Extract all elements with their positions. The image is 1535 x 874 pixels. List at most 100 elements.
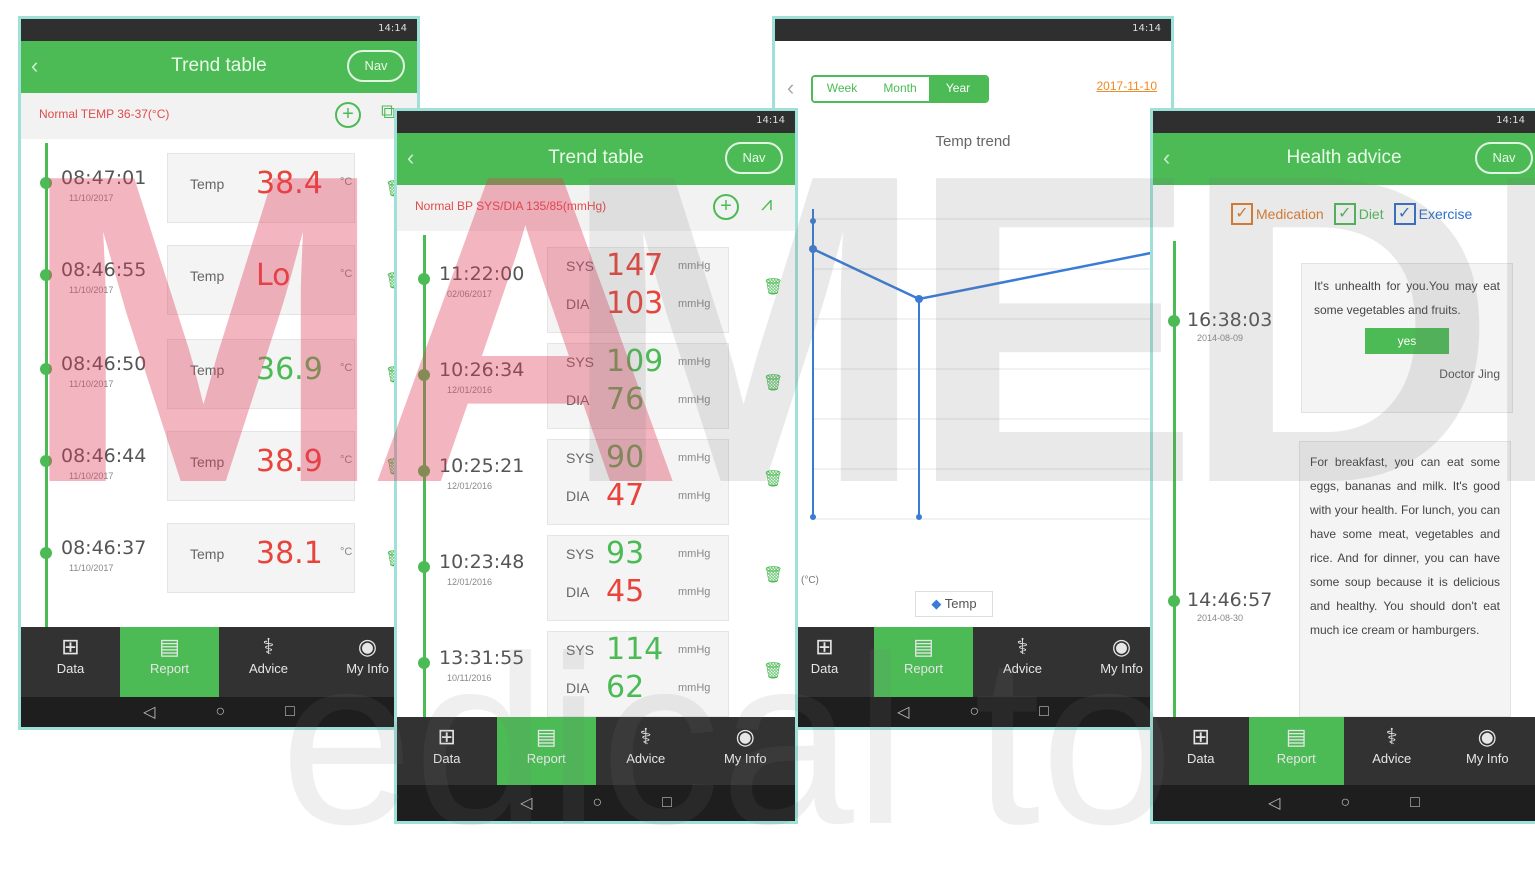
home-key-icon[interactable]: ○ bbox=[1340, 794, 1350, 812]
timeline-line bbox=[423, 235, 426, 725]
tab-label: Advice bbox=[626, 751, 665, 766]
dia-label: DIA bbox=[566, 584, 589, 600]
tab-report[interactable]: ▤Report bbox=[120, 627, 219, 699]
nav-button[interactable]: Nav bbox=[1475, 142, 1533, 174]
record-date: 11/10/2017 bbox=[69, 563, 113, 573]
dia-value: 103 bbox=[606, 286, 663, 321]
doctor-icon: ⚕ bbox=[1344, 723, 1440, 751]
timeline-dot bbox=[40, 547, 52, 559]
delete-icon[interactable]: 🗑 bbox=[763, 277, 783, 297]
unit-label: mmHg bbox=[678, 548, 710, 560]
dia-value: 76 bbox=[606, 382, 644, 417]
date-link[interactable]: 2017-11-10 bbox=[1097, 79, 1158, 93]
tab-data[interactable]: ⊞Data bbox=[21, 627, 120, 699]
tab-my-info[interactable]: ◉My Info bbox=[696, 717, 796, 789]
check-diet[interactable]: ✓Diet bbox=[1334, 203, 1384, 225]
tab-advice[interactable]: ⚕Advice bbox=[596, 717, 696, 789]
timeline-dot bbox=[40, 363, 52, 375]
segment-month[interactable]: Month bbox=[871, 77, 929, 101]
recents-key-icon[interactable]: □ bbox=[1039, 703, 1049, 721]
user-icon: ◉ bbox=[696, 723, 796, 751]
data-icon: ⊞ bbox=[397, 723, 497, 751]
recents-key-icon[interactable]: □ bbox=[662, 794, 672, 812]
tab-label: My Info bbox=[1100, 661, 1143, 676]
status-bar: 14:14 bbox=[397, 111, 795, 133]
delete-icon[interactable]: 🗑 bbox=[763, 565, 783, 585]
tab-advice[interactable]: ⚕Advice bbox=[973, 627, 1072, 699]
temp-value: 36.9 bbox=[256, 352, 323, 387]
temp-unit: °C bbox=[340, 176, 352, 188]
check-medication[interactable]: ✓Medication bbox=[1231, 203, 1324, 225]
back-arrow-icon[interactable]: ‹ bbox=[787, 75, 794, 101]
bottom-tab-bar: ⊞Data ▤Report ⚕Advice ◉My Info bbox=[775, 627, 1171, 699]
tab-report[interactable]: ▤Report bbox=[874, 627, 973, 699]
screen-temp-trend-table: 14:14 ‹ Trend table Nav Normal TEMP 36-3… bbox=[18, 16, 420, 730]
bp-record-card: SYS 90 mmHg DIA 47 mmHg bbox=[547, 439, 729, 525]
record-date: 10/11/2016 bbox=[447, 673, 491, 683]
tab-label: Data bbox=[433, 751, 460, 766]
add-icon[interactable]: + bbox=[713, 194, 739, 220]
recents-key-icon[interactable]: □ bbox=[1410, 794, 1420, 812]
advice-time: 16:38:03 bbox=[1187, 309, 1272, 331]
record-time: 08:46:50 bbox=[61, 353, 146, 375]
delete-icon[interactable]: 🗑 bbox=[763, 469, 783, 489]
tab-data[interactable]: ⊞Data bbox=[397, 717, 497, 789]
bottom-tab-bar: ⊞Data ▤Report ⚕Advice ◉My Info bbox=[21, 627, 417, 699]
back-key-icon[interactable]: ◁ bbox=[143, 702, 155, 722]
temp-data-point[interactable] bbox=[809, 245, 817, 253]
dia-label: DIA bbox=[566, 296, 589, 312]
yes-button[interactable]: yes bbox=[1365, 328, 1449, 354]
delete-icon[interactable]: 🗑 bbox=[763, 373, 783, 393]
unit-label: mmHg bbox=[678, 298, 710, 310]
y-axis-label: (°C) bbox=[801, 575, 819, 586]
back-key-icon[interactable]: ◁ bbox=[520, 793, 532, 813]
sys-label: SYS bbox=[566, 354, 594, 370]
tab-label: Advice bbox=[249, 661, 288, 676]
temp-label: Temp bbox=[190, 362, 224, 378]
bp-record-card: SYS 93 mmHg DIA 45 mmHg bbox=[547, 535, 729, 621]
home-key-icon[interactable]: ○ bbox=[592, 794, 602, 812]
chart-icon[interactable]: ⩘ bbox=[761, 193, 772, 216]
sys-value: 93 bbox=[606, 536, 644, 571]
segment-week[interactable]: Week bbox=[813, 77, 871, 101]
bp-record-card: SYS 109 mmHg DIA 76 mmHg bbox=[547, 343, 729, 429]
check-exercise[interactable]: ✓Exercise bbox=[1394, 203, 1473, 225]
delete-icon[interactable]: 🗑 bbox=[763, 661, 783, 681]
temp-value: Lo bbox=[256, 258, 291, 293]
recents-key-icon[interactable]: □ bbox=[285, 703, 295, 721]
unit-label: mmHg bbox=[678, 394, 710, 406]
segment-year[interactable]: Year bbox=[929, 77, 987, 101]
home-key-icon[interactable]: ○ bbox=[215, 703, 225, 721]
dia-value: 62 bbox=[606, 670, 644, 705]
tab-report[interactable]: ▤Report bbox=[497, 717, 597, 789]
tab-advice[interactable]: ⚕Advice bbox=[1344, 717, 1440, 789]
timeline-dot bbox=[418, 273, 430, 285]
bottom-tab-bar: ⊞Data ▤Report ⚕Advice ◉My Info bbox=[1153, 717, 1535, 789]
timeline-dot bbox=[1168, 315, 1180, 327]
check-label: Diet bbox=[1359, 206, 1384, 222]
tab-advice[interactable]: ⚕Advice bbox=[219, 627, 318, 699]
home-key-icon[interactable]: ○ bbox=[969, 703, 979, 721]
nav-button[interactable]: Nav bbox=[347, 50, 405, 82]
add-icon[interactable]: + bbox=[335, 102, 361, 128]
sys-value: 90 bbox=[606, 440, 644, 475]
advice-date: 2014-08-30 bbox=[1197, 613, 1243, 623]
bp-record-card: SYS 147 mmHg DIA 103 mmHg bbox=[547, 247, 729, 333]
tab-data[interactable]: ⊞Data bbox=[1153, 717, 1249, 789]
temp-data-point[interactable] bbox=[915, 295, 923, 303]
tab-label: Advice bbox=[1003, 661, 1042, 676]
back-key-icon[interactable]: ◁ bbox=[897, 702, 909, 722]
temp-record-card: Temp 38.4 °C bbox=[167, 153, 355, 223]
record-time: 08:46:55 bbox=[61, 259, 146, 281]
nav-button[interactable]: Nav bbox=[725, 142, 783, 174]
doctor-name: Doctor Jing bbox=[1314, 362, 1500, 386]
dia-value: 45 bbox=[606, 574, 644, 609]
tab-report[interactable]: ▤Report bbox=[1249, 717, 1345, 789]
temp-record-card: Temp 38.1 °C bbox=[167, 523, 355, 593]
screen-bp-trend-table: 14:14 ‹ Trend table Nav Normal BP SYS/DI… bbox=[394, 108, 798, 824]
tab-label: My Info bbox=[1466, 751, 1509, 766]
tab-my-info[interactable]: ◉My Info bbox=[1440, 717, 1535, 789]
temp-record-card: Temp Lo °C bbox=[167, 245, 355, 315]
legend-label: Temp bbox=[945, 596, 977, 611]
back-key-icon[interactable]: ◁ bbox=[1268, 793, 1280, 813]
